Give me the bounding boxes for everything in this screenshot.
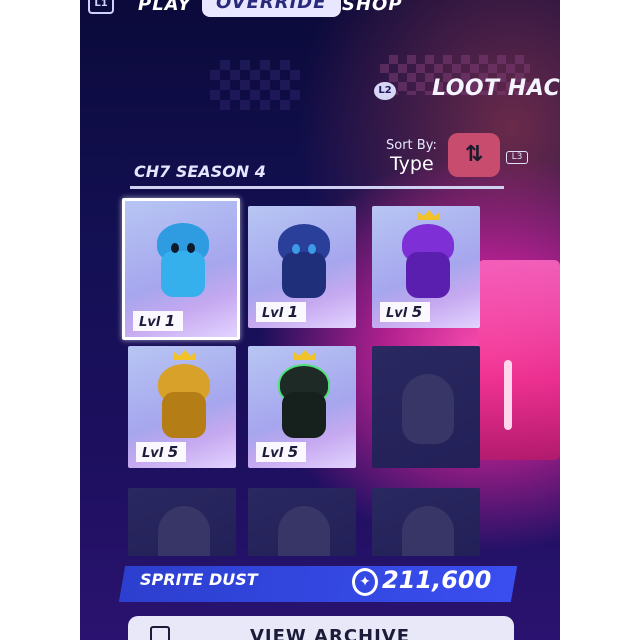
sprite-eye (308, 244, 316, 254)
game-screen: L1 PLAY OVERRIDE SHOP L2 LOOT HACK Sort … (80, 0, 560, 640)
sprite-image (276, 222, 332, 302)
currency-value: 211,600 (382, 566, 492, 594)
tab-play[interactable]: PLAY (138, 0, 192, 15)
tab-override[interactable]: OVERRIDE (202, 0, 341, 17)
level-badge: Lvl 5 (256, 442, 307, 462)
sprite-eye (171, 243, 179, 253)
sprite-image (156, 350, 212, 442)
level-prefix: Lvl (262, 446, 284, 461)
sprite-eye (292, 244, 300, 254)
sprite-eye (187, 243, 195, 253)
locked-sprite-tile[interactable] (372, 346, 480, 468)
level-badge: Lvl 1 (133, 311, 184, 331)
crown-icon (294, 350, 316, 360)
sprite-image (400, 210, 456, 302)
level-prefix: Lvl (262, 306, 284, 321)
level-value: 5 (287, 443, 299, 461)
sprite-image (155, 221, 211, 301)
section-divider (130, 186, 504, 189)
sprite-tile[interactable]: Lvl 5 (248, 346, 356, 468)
crown-icon (174, 350, 196, 360)
level-prefix: Lvl (142, 446, 164, 461)
sprite-body (162, 392, 206, 438)
page-title: LOOT HACK (432, 76, 560, 101)
section-title: CH7 SEASON 4 (134, 162, 266, 181)
crown-icon (418, 210, 440, 220)
sprite-body (282, 392, 326, 438)
level-badge: Lvl 5 (136, 442, 187, 462)
background-arcade-machine (478, 260, 560, 460)
l3-label: L3 (506, 151, 528, 164)
locked-silhouette-icon (278, 506, 330, 556)
l3-button-hint: L3 (506, 144, 528, 166)
sprite-tile[interactable]: Lvl 5 (372, 206, 480, 328)
sprite-tile[interactable]: Lvl 5 (128, 346, 236, 468)
locked-silhouette-icon (402, 374, 454, 444)
sort-value: Type (390, 153, 434, 175)
l2-button-hint: L2 (374, 82, 396, 100)
tab-shop[interactable]: SHOP (342, 0, 403, 15)
sort-button[interactable]: ⇅ (448, 133, 500, 177)
background-decoration (504, 360, 512, 430)
view-archive-label: VIEW ARCHIVE (250, 626, 411, 640)
level-badge: Lvl 1 (256, 302, 307, 322)
locked-sprite-tile[interactable] (372, 488, 480, 556)
sprite-tile[interactable]: Lvl 1 (122, 198, 240, 340)
level-value: 1 (287, 303, 299, 321)
sprite-image (276, 350, 332, 442)
sprite-body (406, 252, 450, 298)
sort-arrows-icon: ⇅ (464, 142, 484, 167)
locked-silhouette-icon (402, 506, 454, 556)
archive-icon (150, 626, 170, 640)
locked-sprite-tile[interactable] (248, 488, 356, 556)
sprite-dust-icon: ✦ (352, 568, 378, 596)
level-value: 5 (167, 443, 179, 461)
l1-button-hint: L1 (88, 0, 114, 14)
locked-silhouette-icon (158, 506, 210, 556)
level-badge: Lvl 5 (380, 302, 431, 322)
sprite-tile[interactable]: Lvl 1 (248, 206, 356, 328)
background-checker-pattern (210, 60, 300, 110)
level-prefix: Lvl (386, 306, 408, 321)
sprite-body (161, 251, 205, 297)
sprite-body (282, 252, 326, 298)
top-nav: L1 PLAY OVERRIDE SHOP (80, 0, 560, 17)
level-value: 1 (164, 312, 176, 330)
locked-sprite-tile[interactable] (128, 488, 236, 556)
currency-label: SPRITE DUST (140, 570, 258, 589)
level-prefix: Lvl (139, 315, 161, 330)
level-value: 5 (411, 303, 423, 321)
sort-label: Sort By: (386, 138, 437, 153)
